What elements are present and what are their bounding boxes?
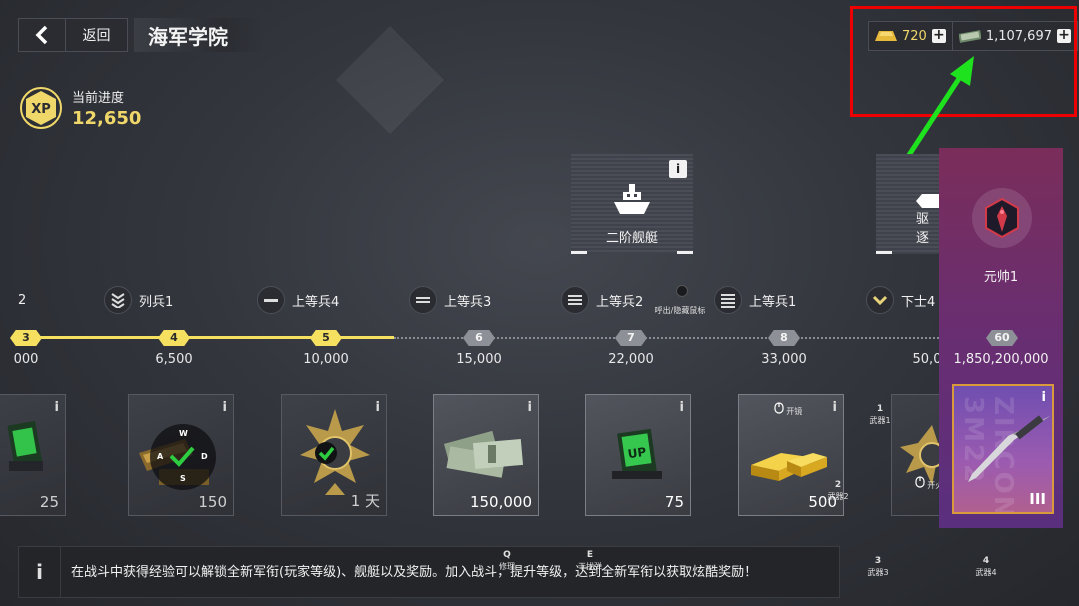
weapon1-hint: 1 武器1: [869, 404, 891, 425]
ship-card-label: 二阶舰艇: [605, 231, 658, 246]
four-bar-icon: [714, 286, 742, 314]
rank-pfc-2: 上等兵2: [561, 286, 643, 314]
rank-node: 4: [158, 330, 190, 346]
destroyer-icon: [916, 194, 940, 208]
chevron-left-icon: [35, 25, 48, 45]
back-label[interactable]: 返回: [66, 18, 128, 52]
top-nav: 返回 海军学院: [18, 18, 264, 52]
weapon3-hint: 3 武器3: [867, 556, 889, 577]
rank-label: 下士4: [901, 294, 936, 310]
corporal-chevron-icon: [866, 286, 894, 314]
rank-label: 上等兵1: [749, 294, 797, 310]
xp-value: 12,650: [72, 108, 142, 129]
rank-node: 6: [463, 330, 495, 346]
checkmark-icon: [169, 446, 195, 467]
mouse-icon: [915, 476, 925, 488]
rank-requirement: 33,000: [761, 352, 807, 367]
three-bar-icon: [561, 286, 589, 314]
page-title: 海军学院: [134, 18, 264, 52]
weapon2-hint: 2 武器2: [827, 480, 849, 501]
tier-bars: III: [1029, 490, 1046, 508]
rank-requirement: 22,000: [608, 352, 654, 367]
xp-progress: XP 当前进度 12,650: [19, 86, 141, 130]
triple-chevron-icon: [104, 286, 132, 314]
reward-amount: 150,000: [469, 493, 532, 511]
rank-node: 3: [10, 330, 42, 346]
jammer-hint: E 干扰弹: [578, 550, 602, 571]
key-s: S: [180, 474, 186, 483]
marshal-reward-card[interactable]: ZIRCON 3M22 i III: [952, 384, 1054, 514]
info-icon[interactable]: i: [528, 400, 532, 415]
scope-hint: 开镜: [768, 402, 808, 417]
info-icon[interactable]: i: [669, 160, 687, 178]
rank-label: 2: [18, 292, 27, 308]
info-icon[interactable]: i: [376, 400, 380, 415]
rank-pfc-3: 上等兵3: [409, 286, 491, 314]
cursor-toggle-hint: 呼出/隐藏鼠标: [654, 306, 706, 315]
wasd-movement-hint: W A D S: [150, 424, 216, 490]
svg-text:XP: XP: [31, 102, 51, 117]
rank-label: 列兵1: [139, 294, 174, 310]
reward-card[interactable]: i 25: [0, 394, 66, 516]
reward-amount: 150: [198, 493, 227, 511]
repair-hint: Q 修理: [499, 550, 515, 571]
reward-amount: 25: [39, 493, 59, 511]
rank-pfc-1: 上等兵1: [714, 286, 796, 314]
rank-label: 上等兵3: [444, 294, 492, 310]
rank-requirement: 10,000: [303, 352, 349, 367]
reward-card[interactable]: UP i 75: [585, 394, 691, 516]
mouse-icon: [774, 402, 784, 414]
rank-requirement: 6,500: [155, 352, 193, 367]
xp-label: 当前进度: [72, 91, 125, 106]
info-text: 在战斗中获得经验可以解锁全新军衔(玩家等级)、舰艇以及奖励。加入战斗，提升等级，…: [71, 564, 758, 580]
one-bar-icon: [257, 286, 285, 314]
reward-amount: 1 天: [350, 492, 380, 510]
rank-requirement: 000: [13, 352, 39, 367]
rank-node: 60: [986, 330, 1018, 346]
warship-icon: [614, 184, 650, 214]
rank-label: 上等兵2: [596, 294, 644, 310]
xp-badge-icon: XP: [20, 87, 62, 129]
two-bar-icon: [409, 286, 437, 314]
ship-card-destroyer[interactable]: 驱逐: [876, 154, 940, 254]
svg-text:UP: UP: [627, 445, 648, 461]
ship-card-tier2[interactable]: i 二阶舰艇: [571, 154, 693, 254]
rank-requirement: 1,850,200,000: [953, 352, 1049, 367]
marshal-title: 元帅1: [983, 270, 1019, 285]
info-icon[interactable]: i: [680, 400, 684, 415]
reward-card[interactable]: i 1 天: [281, 394, 387, 516]
info-banner: i 在战斗中获得经验可以解锁全新军衔(玩家等级)、舰艇以及奖励。加入战斗，提升等…: [18, 546, 840, 598]
weapon4-hint: 4 武器4: [975, 556, 997, 577]
info-icon[interactable]: i: [55, 400, 59, 415]
cursor-toggle-key[interactable]: [676, 285, 688, 297]
key-d: D: [201, 452, 208, 461]
rank-node: 7: [615, 330, 647, 346]
marshal-rank-panel[interactable]: 元帅1 60 1,850,200,000 ZIRCON 3M22 i III: [939, 148, 1063, 528]
rank-partial: 2: [18, 286, 26, 314]
reward-card[interactable]: i 150,000: [433, 394, 539, 516]
info-icon[interactable]: i: [223, 400, 227, 415]
back-button[interactable]: [18, 18, 66, 52]
info-icon: i: [19, 547, 61, 597]
ship-card-label: 驱逐: [916, 212, 930, 246]
reward-amount: 75: [664, 493, 684, 511]
rank-requirement: 15,000: [456, 352, 502, 367]
marshal-emblem-icon: [972, 188, 1032, 248]
rank-node: 5: [310, 330, 342, 346]
rank-corporal-4: 下士4: [866, 286, 935, 314]
rank-pfc-4: 上等兵4: [257, 286, 339, 314]
background-emblem: [336, 26, 444, 134]
rank-node: 8: [768, 330, 800, 346]
key-a: A: [157, 452, 164, 461]
info-icon[interactable]: i: [1042, 390, 1046, 405]
rank-private-1: 列兵1: [104, 286, 173, 314]
key-w: W: [179, 429, 188, 438]
info-icon[interactable]: i: [833, 400, 837, 415]
rank-label: 上等兵4: [292, 294, 340, 310]
